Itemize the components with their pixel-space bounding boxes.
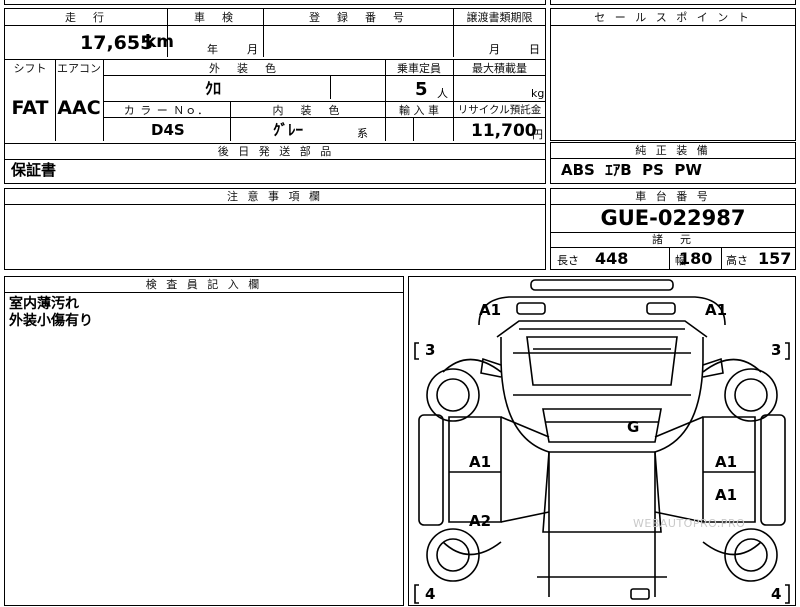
- import-header: 輸 入 車: [399, 104, 439, 117]
- length-label: 長さ: [557, 254, 579, 267]
- car-diagram-box: A1 A1 G A1 A2 A1 A1 3 3 4 4 WEBAUTOPRO.P…: [408, 276, 796, 606]
- inspection-month-label: 月: [247, 43, 258, 56]
- color-no-value: D4S: [151, 121, 185, 139]
- watermark: WEBAUTOPRO.PRO: [633, 517, 746, 530]
- chassis-header: 車 台 番 号: [635, 190, 711, 203]
- post-parts-value: 保証書: [11, 161, 57, 179]
- color-no-header: カ ラ ー Ｎｏ．: [123, 104, 210, 117]
- top-strip-right: [550, 0, 796, 5]
- capacity-unit: 人: [437, 87, 448, 100]
- interior-color-header: 内 装 色: [272, 104, 343, 117]
- max-load-header: 最大積載量: [472, 62, 527, 75]
- mark-front-right: A1: [705, 301, 728, 319]
- recycle-fee-unit: 円: [532, 128, 543, 141]
- mark-left-front-door: A1: [469, 453, 492, 471]
- equipment-box: 純 正 装 備 ABS ｴｱB PS PW: [550, 142, 796, 184]
- mark-roof: G: [627, 418, 640, 436]
- equipment-header: 純 正 装 備: [635, 144, 711, 157]
- mark-left-rear-door: A2: [469, 512, 492, 530]
- notes-box: 注 意 事 項 欄: [4, 188, 546, 270]
- vehicle-info-table: 走 行 車 検 登 録 番 号 譲渡書類期限 17,655 km 年 月 月 日…: [4, 8, 546, 184]
- inspection-header: 車 検: [194, 11, 236, 24]
- inspector-line-2: 外装小傷有り: [9, 313, 93, 329]
- mark-front-left: A1: [479, 301, 502, 319]
- dimensions-header: 諸 元: [652, 233, 694, 246]
- mark-tire-front-left: 3: [425, 341, 436, 359]
- shift-value: FAT: [11, 97, 49, 119]
- recycle-fee-header: リサイクル預託金: [457, 104, 542, 116]
- recycle-fee-value: 11,700: [471, 121, 537, 141]
- width-value: 180: [679, 249, 713, 268]
- mileage-value: 17,655: [80, 32, 154, 54]
- exterior-color-header: 外 装 色: [209, 62, 279, 75]
- exterior-color-value: ｸﾛ: [205, 79, 222, 98]
- car-diagram: [414, 279, 790, 604]
- post-parts-header: 後 日 発 送 部 品: [217, 145, 335, 158]
- transfer-deadline-header: 譲渡書類期限: [466, 11, 533, 24]
- max-load-unit: kg: [531, 87, 545, 100]
- transfer-month-label: 月: [489, 43, 500, 56]
- transfer-day-label: 日: [529, 43, 540, 56]
- inspector-header: 検 査 員 記 入 欄: [145, 278, 263, 291]
- aircon-header: エアコン: [57, 62, 101, 75]
- equipment-value: ABS ｴｱB PS PW: [561, 161, 702, 179]
- registration-header: 登 録 番 号: [309, 11, 407, 24]
- top-strip: [4, 0, 546, 5]
- mark-tire-front-right: 3: [771, 341, 782, 359]
- inspection-year-label: 年: [207, 43, 218, 56]
- height-value: 157: [758, 249, 792, 268]
- mark-right-rear-door: A1: [715, 486, 738, 504]
- sales-points-box: セ ー ル ス ポ イ ン ト: [550, 8, 796, 141]
- mark-right-front-door: A1: [715, 453, 738, 471]
- capacity-header: 乗車定員: [397, 62, 441, 75]
- capacity-value: 5: [415, 79, 428, 100]
- notes-header: 注 意 事 項 欄: [227, 190, 323, 203]
- interior-color-value: ｸﾞﾚｰ: [273, 121, 304, 139]
- chassis-number: GUE-022987: [600, 206, 746, 230]
- inspector-line-1: 室内薄汚れ: [9, 296, 79, 312]
- chassis-box: 車 台 番 号 GUE-022987 諸 元 長さ 448 幅 180 高さ 1…: [550, 188, 796, 270]
- mileage-unit: km: [145, 32, 175, 52]
- sales-points-header: セ ー ル ス ポ イ ン ト: [594, 11, 752, 24]
- aircon-value: AAC: [57, 97, 101, 119]
- height-label: 高さ: [726, 254, 748, 267]
- shift-header: シフト: [13, 62, 47, 75]
- interior-color-suffix: 系: [357, 127, 368, 140]
- length-value: 448: [595, 249, 629, 268]
- inspector-box: 検 査 員 記 入 欄 室内薄汚れ 外装小傷有り: [4, 276, 404, 606]
- mileage-header: 走 行: [65, 11, 107, 24]
